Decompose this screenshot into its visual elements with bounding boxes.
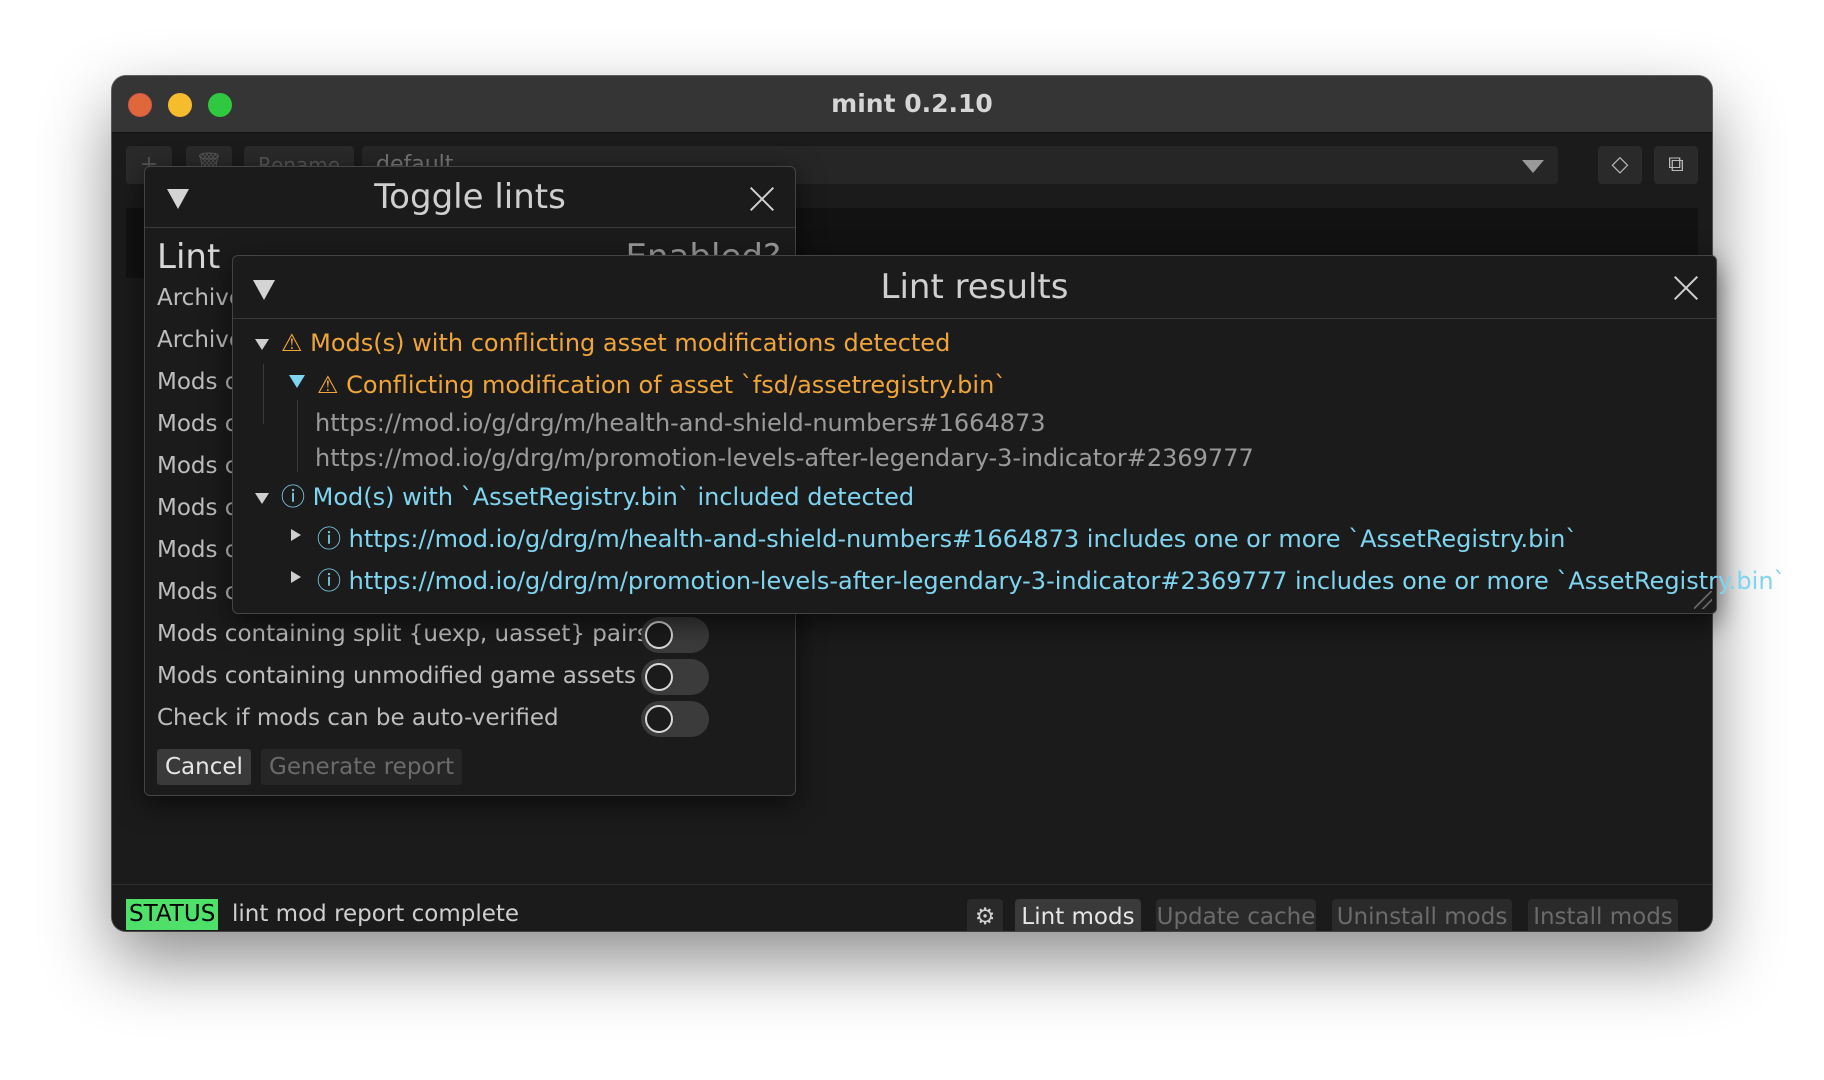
lint-row-label: Archive [157,285,244,311]
dialog-title: Toggle lints [374,177,566,217]
lint-row-label: Mods containing unmodified game assets [157,663,637,689]
tree-node-registry-mod[interactable]: ⓘ https://mod.io/g/drg/m/promotion-level… [317,566,1786,596]
dialog-header: Toggle lints [145,167,795,228]
tree-node-asset-conflict[interactable]: ⚠ Conflicting modification of asset `fsd… [317,370,1006,400]
tree-node-label: https://mod.io/g/drg/m/health-and-shield… [348,525,1578,553]
expand-toggle-icon[interactable] [291,571,301,583]
status-bar: STATUS lint mod report complete ⚙ Lint m… [112,884,1712,931]
lint-row-label: Mods containing split {uexp, uasset} pai… [157,621,649,647]
tree-node-registry-mod[interactable]: ⓘ https://mod.io/g/drg/m/health-and-shie… [317,524,1577,554]
uninstall-mods-button[interactable]: Uninstall mods [1332,899,1512,931]
copy-button[interactable]: ⧉ [1654,146,1698,184]
lint-column-header: Lint [157,237,221,277]
toggle-knob [645,663,673,691]
chevron-down-icon [1522,160,1544,173]
lint-row-label: Archive [157,327,244,353]
split-pairs-toggle[interactable] [641,617,709,653]
tree-node-label: Conflicting modification of asset `fsd/a… [346,371,1007,399]
tree-node-asset-registry[interactable]: ⓘ Mod(s) with `AssetRegistry.bin` includ… [281,482,914,512]
generate-report-button[interactable]: Generate report [261,749,462,785]
conflict-mod-url: https://mod.io/g/drg/m/promotion-levels-… [315,444,1254,472]
update-cache-button[interactable]: Update cache [1156,899,1316,931]
lint-row-label: Mods c [157,369,238,395]
resize-handle[interactable] [1694,591,1712,609]
copy-icon: ⧉ [1668,152,1684,177]
tree-node-label: Mods(s) with conflicting asset modificat… [310,329,951,357]
info-icon: ⓘ [317,525,341,553]
lint-mods-button[interactable]: Lint mods [1015,899,1141,931]
gear-icon: ⚙ [974,904,996,930]
tag-icon: ◇ [1611,152,1629,177]
close-icon[interactable] [1673,274,1699,300]
unmodified-assets-toggle[interactable] [641,659,709,695]
expand-toggle-icon[interactable] [289,375,305,388]
status-message: lint mod report complete [232,901,520,927]
lint-row-label: Mods c [157,453,238,479]
lint-row-label: Mods c [157,579,238,605]
tree-node-label: https://mod.io/g/drg/m/promotion-levels-… [348,567,1786,595]
lint-row-label: Mods c [157,537,238,563]
warning-icon: ⚠ [317,371,339,399]
lint-row-label: Mods c [157,495,238,521]
dialog-header: Lint results [233,256,1716,319]
window-title: mint 0.2.10 [831,89,993,118]
status-badge: STATUS [126,899,219,930]
toggle-knob [645,621,673,649]
info-icon: ⓘ [281,483,305,511]
dialog-title: Lint results [880,267,1069,307]
lint-row-label: Check if mods can be auto-verified [157,705,559,731]
info-icon: ⓘ [317,567,341,595]
tag-button[interactable]: ◇ [1598,146,1642,184]
tree-guide [263,364,264,424]
warning-icon: ⚠ [281,329,303,357]
title-bar: mint 0.2.10 [112,76,1712,133]
expand-toggle-icon[interactable] [291,529,301,541]
toggle-knob [645,705,673,733]
tree-guide [297,400,298,472]
expand-toggle-icon[interactable] [255,339,269,350]
tree-node-conflicts[interactable]: ⚠ Mods(s) with conflicting asset modific… [281,328,950,358]
auto-verify-toggle[interactable] [641,701,709,737]
expand-toggle-icon[interactable] [255,493,269,504]
lint-row-label: Mods c [157,411,238,437]
settings-button[interactable]: ⚙ [967,899,1003,931]
cancel-button[interactable]: Cancel [157,749,251,785]
tree-node-label: Mod(s) with `AssetRegistry.bin` included… [312,483,915,511]
close-icon[interactable] [749,185,775,211]
conflict-mod-url: https://mod.io/g/drg/m/health-and-shield… [315,409,1046,437]
lint-results-dialog: Lint results ⚠ Mods(s) with conflicting … [232,255,1786,614]
install-mods-button[interactable]: Install mods [1528,899,1678,931]
